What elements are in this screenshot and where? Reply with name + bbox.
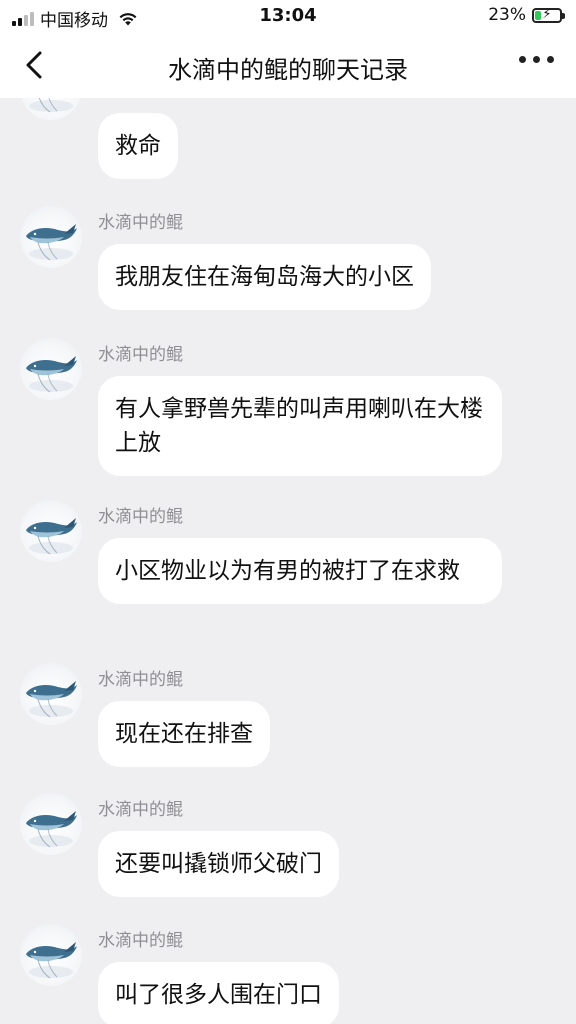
whale-avatar-icon: [26, 356, 77, 393]
back-button[interactable]: [18, 48, 52, 82]
sender-name: 水滴中的鲲: [98, 507, 183, 527]
charging-bolt-icon: ⚡: [542, 6, 552, 22]
status-bar: 中国移动 13:04 23% ⚡: [0, 0, 576, 32]
battery-icon: ⚡: [532, 6, 565, 23]
whale-avatar-icon: [26, 518, 77, 555]
avatar[interactable]: [20, 98, 82, 120]
sender-name: 水滴中的鲲: [98, 345, 183, 365]
battery-percent: 23%: [488, 5, 526, 25]
message-bubble[interactable]: 我朋友住在海甸岛海大的小区: [98, 244, 431, 310]
sender-name: 水滴中的鲲: [98, 670, 183, 690]
sender-name: 水滴中的鲲: [98, 800, 183, 820]
message-bubble[interactable]: 现在还在排查: [98, 701, 270, 767]
avatar[interactable]: [20, 206, 82, 268]
whale-avatar-icon: [26, 811, 77, 848]
more-dot-icon: [533, 56, 540, 63]
whale-avatar-icon: [26, 224, 77, 261]
whale-avatar-icon: [26, 942, 77, 979]
message-bubble[interactable]: 救命: [98, 113, 178, 179]
message-list[interactable]: 救命 水滴中的鲲 我朋友住在海甸岛海大的小区 水滴中的鲲 有人拿野兽先辈的叫声用…: [0, 98, 576, 1024]
message-bubble[interactable]: 小区物业以为有男的被打了在求救: [98, 538, 502, 604]
whale-avatar-icon: [29, 98, 73, 113]
avatar[interactable]: [20, 338, 82, 400]
avatar[interactable]: [20, 924, 82, 986]
message-bubble[interactable]: 有人拿野兽先辈的叫声用喇叭在大楼上放: [98, 376, 502, 476]
sender-name: 水滴中的鲲: [98, 931, 183, 951]
message-bubble[interactable]: 还要叫撬锁师父破门: [98, 831, 339, 897]
more-dot-icon: [519, 56, 526, 63]
page-title: 水滴中的鲲的聊天记录: [168, 56, 408, 84]
sender-name: 水滴中的鲲: [98, 213, 183, 233]
avatar[interactable]: [20, 663, 82, 725]
more-dot-icon: [547, 56, 554, 63]
navigation-bar: 水滴中的鲲的聊天记录: [0, 32, 576, 98]
avatar[interactable]: [20, 500, 82, 562]
whale-avatar-icon: [26, 681, 77, 718]
avatar[interactable]: [20, 793, 82, 855]
status-right: 23% ⚡: [488, 5, 565, 25]
more-options-button[interactable]: [519, 56, 554, 63]
chat-record-screen: 中国移动 13:04 23% ⚡ 水滴中的鲲的聊天记录 救命 水滴中的鲲 我朋友…: [0, 0, 576, 1024]
message-bubble[interactable]: 叫了很多人围在门口: [98, 962, 339, 1024]
